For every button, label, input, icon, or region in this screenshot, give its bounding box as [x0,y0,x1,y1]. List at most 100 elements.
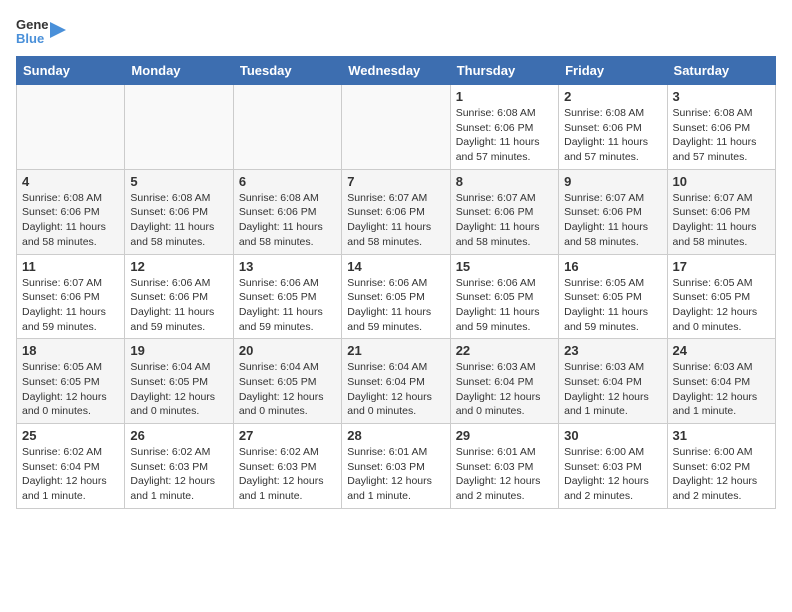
calendar-cell: 6 Sunrise: 6:08 AM Sunset: 6:06 PM Daylig… [233,169,341,254]
calendar-cell: 31 Sunrise: 6:00 AM Sunset: 6:02 PM Dayli… [667,424,775,509]
day-number: 23 [564,343,661,358]
day-number: 7 [347,174,444,189]
day-info: Sunrise: 6:02 AM Sunset: 6:04 PM Dayligh… [22,445,119,504]
calendar-cell: 20Sunrise: 6:04 AM Sunset: 6:05 PM Dayli… [233,339,341,424]
day-info: Sunrise: 6:08 AM Sunset: 6:06 PM Dayligh… [564,106,661,165]
day-info: Sunrise: 6:06 AM Sunset: 6:05 PM Dayligh… [347,276,444,335]
calendar-cell [17,85,125,170]
day-info: Sunrise: 6:08 AM Sunset: 6:06 PM Dayligh… [456,106,553,165]
day-info: Sunrise: 6:05 AM Sunset: 6:05 PM Dayligh… [673,276,770,335]
calendar-header-friday: Friday [559,57,667,85]
calendar-cell: 5 Sunrise: 6:08 AM Sunset: 6:06 PM Daylig… [125,169,233,254]
day-info: Sunrise: 6:06 AM Sunset: 6:06 PM Dayligh… [130,276,227,335]
day-info: Sunrise: 6:08 AM Sunset: 6:06 PM Dayligh… [22,191,119,250]
calendar-cell: 23 Sunrise: 6:03 AM Sunset: 6:04 PM Dayli… [559,339,667,424]
day-info: Sunrise: 6:05 AM Sunset: 6:05 PM Dayligh… [564,276,661,335]
calendar-header-saturday: Saturday [667,57,775,85]
day-info: Sunrise: 6:06 AM Sunset: 6:05 PM Dayligh… [456,276,553,335]
calendar-week-5: 25 Sunrise: 6:02 AM Sunset: 6:04 PM Dayli… [17,424,776,509]
calendar-cell: 21 Sunrise: 6:04 AM Sunset: 6:04 PM Dayli… [342,339,450,424]
day-info: Sunrise: 6:04 AM Sunset: 6:04 PM Dayligh… [347,360,444,419]
calendar-cell [125,85,233,170]
day-number: 18 [22,343,119,358]
calendar-cell: 4Sunrise: 6:08 AM Sunset: 6:06 PM Daylig… [17,169,125,254]
calendar-cell: 14 Sunrise: 6:06 AM Sunset: 6:05 PM Dayli… [342,254,450,339]
day-number: 6 [239,174,336,189]
calendar-header-sunday: Sunday [17,57,125,85]
calendar-header-thursday: Thursday [450,57,558,85]
calendar-cell: 25 Sunrise: 6:02 AM Sunset: 6:04 PM Dayli… [17,424,125,509]
calendar-cell: 30 Sunrise: 6:00 AM Sunset: 6:03 PM Dayli… [559,424,667,509]
day-info: Sunrise: 6:03 AM Sunset: 6:04 PM Dayligh… [456,360,553,419]
calendar-cell: 8Sunrise: 6:07 AM Sunset: 6:06 PM Daylig… [450,169,558,254]
calendar-cell: 16 Sunrise: 6:05 AM Sunset: 6:05 PM Dayli… [559,254,667,339]
day-number: 14 [347,259,444,274]
calendar-header-tuesday: Tuesday [233,57,341,85]
calendar-header-row: SundayMondayTuesdayWednesdayThursdayFrid… [17,57,776,85]
day-number: 12 [130,259,227,274]
day-number: 22 [456,343,553,358]
svg-text:Blue: Blue [16,31,44,44]
calendar-header-monday: Monday [125,57,233,85]
day-info: Sunrise: 6:02 AM Sunset: 6:03 PM Dayligh… [130,445,227,504]
day-number: 27 [239,428,336,443]
day-info: Sunrise: 6:00 AM Sunset: 6:02 PM Dayligh… [673,445,770,504]
day-number: 5 [130,174,227,189]
day-number: 2 [564,89,661,104]
day-info: Sunrise: 6:07 AM Sunset: 6:06 PM Dayligh… [347,191,444,250]
day-info: Sunrise: 6:01 AM Sunset: 6:03 PM Dayligh… [347,445,444,504]
logo-arrow-icon [50,22,66,38]
calendar-cell: 9 Sunrise: 6:07 AM Sunset: 6:06 PM Daylig… [559,169,667,254]
calendar-cell: 13Sunrise: 6:06 AM Sunset: 6:05 PM Dayli… [233,254,341,339]
logo: General Blue [16,16,66,44]
day-info: Sunrise: 6:08 AM Sunset: 6:06 PM Dayligh… [130,191,227,250]
day-info: Sunrise: 6:05 AM Sunset: 6:05 PM Dayligh… [22,360,119,419]
calendar-header-wednesday: Wednesday [342,57,450,85]
day-number: 3 [673,89,770,104]
day-info: Sunrise: 6:03 AM Sunset: 6:04 PM Dayligh… [564,360,661,419]
day-number: 13 [239,259,336,274]
day-number: 20 [239,343,336,358]
day-number: 19 [130,343,227,358]
calendar-cell: 3 Sunrise: 6:08 AM Sunset: 6:06 PM Daylig… [667,85,775,170]
calendar-week-4: 18 Sunrise: 6:05 AM Sunset: 6:05 PM Dayli… [17,339,776,424]
day-info: Sunrise: 6:01 AM Sunset: 6:03 PM Dayligh… [456,445,553,504]
day-number: 25 [22,428,119,443]
day-number: 31 [673,428,770,443]
logo-icon: General Blue [16,16,48,44]
calendar-cell: 27 Sunrise: 6:02 AM Sunset: 6:03 PM Dayli… [233,424,341,509]
day-number: 30 [564,428,661,443]
day-info: Sunrise: 6:08 AM Sunset: 6:06 PM Dayligh… [239,191,336,250]
day-number: 11 [22,259,119,274]
calendar-week-1: 1Sunrise: 6:08 AM Sunset: 6:06 PM Daylig… [17,85,776,170]
day-info: Sunrise: 6:02 AM Sunset: 6:03 PM Dayligh… [239,445,336,504]
calendar-cell: 18 Sunrise: 6:05 AM Sunset: 6:05 PM Dayli… [17,339,125,424]
day-info: Sunrise: 6:04 AM Sunset: 6:05 PM Dayligh… [130,360,227,419]
day-number: 24 [673,343,770,358]
page-header: General Blue [16,16,776,44]
day-number: 9 [564,174,661,189]
day-info: Sunrise: 6:08 AM Sunset: 6:06 PM Dayligh… [673,106,770,165]
calendar-cell: 24Sunrise: 6:03 AM Sunset: 6:04 PM Dayli… [667,339,775,424]
calendar-week-2: 4Sunrise: 6:08 AM Sunset: 6:06 PM Daylig… [17,169,776,254]
calendar-cell: 17Sunrise: 6:05 AM Sunset: 6:05 PM Dayli… [667,254,775,339]
calendar-table: SundayMondayTuesdayWednesdayThursdayFrid… [16,56,776,509]
day-number: 8 [456,174,553,189]
day-number: 21 [347,343,444,358]
calendar-cell [233,85,341,170]
calendar-cell: 11Sunrise: 6:07 AM Sunset: 6:06 PM Dayli… [17,254,125,339]
calendar-cell: 10Sunrise: 6:07 AM Sunset: 6:06 PM Dayli… [667,169,775,254]
day-number: 16 [564,259,661,274]
calendar-cell: 1Sunrise: 6:08 AM Sunset: 6:06 PM Daylig… [450,85,558,170]
calendar-cell: 28Sunrise: 6:01 AM Sunset: 6:03 PM Dayli… [342,424,450,509]
day-number: 26 [130,428,227,443]
calendar-cell [342,85,450,170]
day-info: Sunrise: 6:00 AM Sunset: 6:03 PM Dayligh… [564,445,661,504]
svg-text:General: General [16,17,48,32]
calendar-cell: 19 Sunrise: 6:04 AM Sunset: 6:05 PM Dayli… [125,339,233,424]
calendar-cell: 26 Sunrise: 6:02 AM Sunset: 6:03 PM Dayli… [125,424,233,509]
day-info: Sunrise: 6:07 AM Sunset: 6:06 PM Dayligh… [673,191,770,250]
calendar-cell: 15Sunrise: 6:06 AM Sunset: 6:05 PM Dayli… [450,254,558,339]
day-info: Sunrise: 6:07 AM Sunset: 6:06 PM Dayligh… [564,191,661,250]
calendar-cell: 2 Sunrise: 6:08 AM Sunset: 6:06 PM Daylig… [559,85,667,170]
